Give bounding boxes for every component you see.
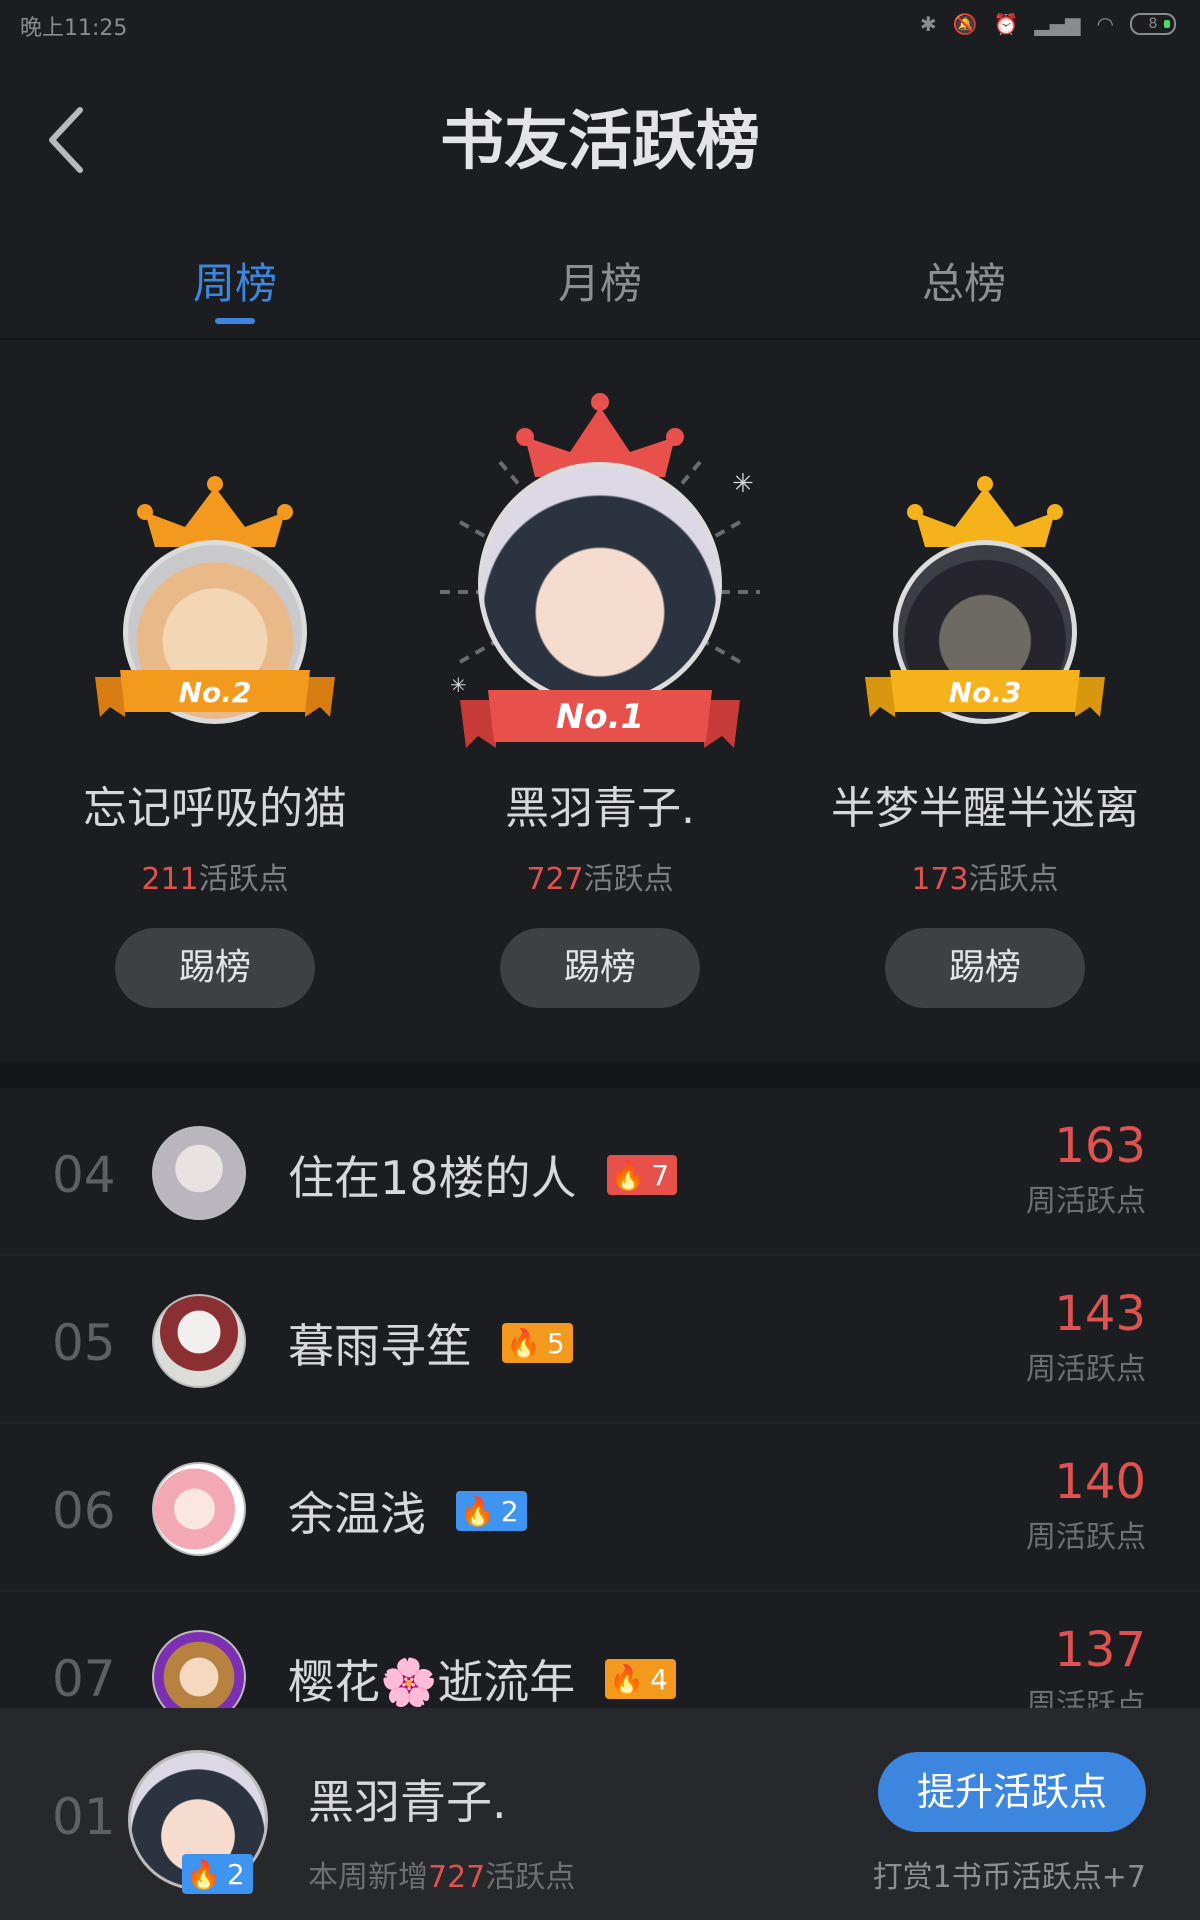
rank-ribbon: No.3 xyxy=(865,670,1105,717)
avatar xyxy=(152,1294,246,1388)
podium-avatar-1[interactable]: ✳ ✳ xyxy=(440,392,760,712)
section-divider xyxy=(0,1062,1200,1088)
svg-text:No.1: No.1 xyxy=(556,697,644,737)
my-name: 黑羽青子. xyxy=(308,1775,507,1829)
tab-weekly[interactable]: 周榜 xyxy=(135,250,335,311)
rank-number: 05 xyxy=(52,1314,116,1372)
user-name-group: 住在18楼的人 🔥 7 xyxy=(288,1142,678,1208)
rank-ribbon: No.2 xyxy=(95,670,335,717)
tab-monthly[interactable]: 月榜 xyxy=(500,250,700,311)
kick-button[interactable]: 踢榜 xyxy=(885,928,1085,1008)
podium: No.2 忘记呼吸的猫 211活跃点 踢榜 ✳ ✳ No.1 黑羽青子. 727… xyxy=(0,342,1200,1062)
level-badge: 🔥 2 xyxy=(456,1491,527,1531)
user-name: 樱花🌸逝流年 xyxy=(288,1655,576,1709)
flame-icon: 🔥 xyxy=(609,1662,645,1696)
tab-bar: 周榜 月榜 总榜 xyxy=(0,230,1200,340)
podium-info-3: 半梦半醒半迷离 173活跃点 踢榜 xyxy=(795,772,1175,1008)
user-name: 余温浅 xyxy=(288,1487,426,1541)
points: 173活跃点 xyxy=(911,862,1059,897)
boost-points-button[interactable]: 提升活跃点 xyxy=(878,1752,1146,1832)
my-rank-number: 01 xyxy=(52,1788,116,1846)
level-badge: 🔥 7 xyxy=(606,1155,678,1195)
avatar xyxy=(152,1462,246,1556)
rank-number: 07 xyxy=(52,1650,116,1708)
svg-text:✳: ✳ xyxy=(732,469,754,499)
score: 140 周活跃点 xyxy=(1026,1454,1146,1555)
tab-total[interactable]: 总榜 xyxy=(864,250,1064,311)
score: 163 周活跃点 xyxy=(1026,1118,1146,1219)
user-name-group: 暮雨寻笙 🔥 5 xyxy=(288,1310,573,1376)
rank-ribbon: No.1 xyxy=(460,690,740,748)
podium-info-1: 黑羽青子. 727活跃点 踢榜 xyxy=(410,772,790,1008)
battery-icon: 8 xyxy=(1130,13,1176,35)
flame-icon: 🔥 xyxy=(186,1857,221,1891)
user-name: 暮雨寻笙 xyxy=(288,1319,472,1373)
list-item[interactable]: 06 余温浅 🔥 2 140 周活跃点 xyxy=(0,1424,1200,1592)
avatar xyxy=(478,462,722,706)
level-badge: 🔥 4 xyxy=(605,1659,676,1699)
user-name: 半梦半醒半迷离 xyxy=(831,783,1139,834)
flame-icon: 🔥 xyxy=(610,1158,646,1192)
user-name: 黑羽青子. xyxy=(505,783,695,834)
status-bar: 晚上11:25 ✱ 🔕 ⏰ ▂▄▆ ◠ 8 xyxy=(0,0,1200,50)
user-name-group: 樱花🌸逝流年 🔥 4 xyxy=(288,1646,676,1712)
wifi-icon: ◠ xyxy=(1096,12,1114,36)
user-name-group: 余温浅 🔥 2 xyxy=(288,1478,527,1544)
status-time: 晚上11:25 xyxy=(20,16,128,41)
flame-icon: 🔥 xyxy=(460,1494,495,1528)
rank-number: 06 xyxy=(52,1482,116,1540)
podium-avatar-3[interactable]: No.3 xyxy=(865,472,1105,724)
podium-avatar-2[interactable]: No.2 xyxy=(95,472,335,724)
avatar xyxy=(152,1126,246,1220)
mute-icon: 🔕 xyxy=(952,12,978,36)
rank-number: 04 xyxy=(52,1146,116,1204)
points: 211活跃点 xyxy=(141,862,289,897)
svg-text:No.3: No.3 xyxy=(949,676,1022,709)
my-level-badge: 🔥 2 xyxy=(182,1854,253,1894)
points: 727活跃点 xyxy=(526,862,674,897)
my-weekly-points: 本周新增727活跃点 xyxy=(308,1860,576,1895)
flame-icon: 🔥 xyxy=(506,1326,541,1360)
boost-note: 打赏1书币活跃点+7 xyxy=(872,1860,1146,1895)
alarm-icon: ⏰ xyxy=(993,12,1019,36)
list-item[interactable]: 04 住在18楼的人 🔥 7 163 周活跃点 xyxy=(0,1088,1200,1256)
bluetooth-icon: ✱ xyxy=(919,12,937,36)
page-title: 书友活跃榜 xyxy=(440,104,760,179)
level-badge: 🔥 5 xyxy=(502,1323,573,1363)
tab-indicator xyxy=(215,318,255,324)
podium-info-2: 忘记呼吸的猫 211活跃点 踢榜 xyxy=(25,772,405,1008)
list-item[interactable]: 05 暮雨寻笙 🔥 5 143 周活跃点 xyxy=(0,1256,1200,1424)
user-name: 住在18楼的人 xyxy=(288,1151,577,1205)
my-rank-bar: 01 🔥 2 黑羽青子. 本周新增727活跃点 提升活跃点 打赏1书币活跃点+7 xyxy=(0,1708,1200,1920)
kick-button[interactable]: 踢榜 xyxy=(115,928,315,1008)
user-name: 忘记呼吸的猫 xyxy=(83,783,347,834)
svg-text:No.2: No.2 xyxy=(179,676,252,709)
header: 书友活跃榜 xyxy=(0,50,1200,220)
kick-button[interactable]: 踢榜 xyxy=(500,928,700,1008)
status-icons: ✱ 🔕 ⏰ ▂▄▆ ◠ 8 xyxy=(920,12,1176,36)
signal-icon: ▂▄▆ xyxy=(1034,12,1081,36)
score: 143 周活跃点 xyxy=(1026,1286,1146,1387)
